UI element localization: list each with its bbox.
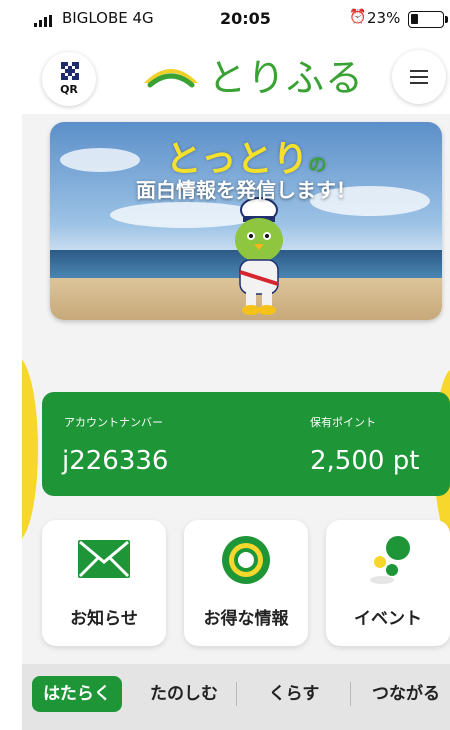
- status-time: 20:05: [220, 9, 271, 28]
- app-header: QR とりふる: [22, 40, 450, 114]
- battery-percent: 23%: [367, 9, 401, 27]
- tab-tanoshimu[interactable]: たのしむ: [138, 676, 230, 712]
- category-tabs: はたらく たのしむ くらす つながる: [22, 664, 450, 730]
- status-bar: BIGLOBE 4G 20:05 ⏰ 23%: [22, 0, 450, 40]
- account-number-value: j226336: [62, 446, 169, 476]
- tab-separator: [350, 682, 351, 706]
- qr-button[interactable]: QR: [42, 52, 96, 106]
- logo-mark-icon: [144, 69, 198, 88]
- tab-hataraku[interactable]: はたらく: [32, 676, 122, 712]
- tile-events[interactable]: イベント: [326, 520, 450, 646]
- carrier-name: BIGLOBE 4G: [62, 9, 154, 27]
- envelope-icon: [78, 540, 130, 578]
- app-logo: とりふる: [140, 54, 364, 100]
- signal-icon: [34, 15, 52, 27]
- tile-notices-label: お知らせ: [70, 609, 138, 629]
- account-number-label: アカウントナンバー: [64, 416, 163, 429]
- app-screen: BIGLOBE 4G 20:05 ⏰ 23% QR とりふる とっとりの 面白情…: [22, 0, 450, 730]
- battery-level: [411, 14, 418, 24]
- banner-subtitle: 面白情報を発信します！: [136, 178, 356, 202]
- logo-text: とりふる: [208, 55, 365, 100]
- account-card: アカウントナンバー j226336 保有ポイント 2,500 pt: [42, 392, 450, 496]
- yellow-decoration-left: [22, 356, 38, 542]
- qr-label: QR: [60, 83, 78, 96]
- tile-events-label: イベント: [354, 609, 422, 629]
- banner-title-suffix: の: [308, 155, 327, 176]
- battery-cap: [445, 16, 448, 23]
- promo-banner[interactable]: とっとりの 面白情報を発信します！: [50, 122, 442, 320]
- battery-icon: [408, 11, 444, 28]
- points-value: 2,500 pt: [310, 446, 420, 476]
- qr-code-icon: [61, 62, 79, 80]
- tile-notices[interactable]: お知らせ: [42, 520, 166, 646]
- dots-icon: [370, 536, 410, 584]
- alarm-icon: ⏰: [349, 9, 367, 25]
- points-label: 保有ポイント: [310, 416, 376, 429]
- menu-button[interactable]: [392, 50, 446, 104]
- tile-deals[interactable]: お得な情報: [184, 520, 308, 646]
- tab-tsunagaru[interactable]: つながる: [360, 676, 450, 712]
- tab-separator: [236, 682, 237, 706]
- tile-deals-label: お得な情報: [203, 609, 289, 629]
- tab-kurasu[interactable]: くらす: [248, 676, 340, 712]
- mascot-image: [235, 197, 283, 315]
- ring-target-icon: [222, 536, 270, 584]
